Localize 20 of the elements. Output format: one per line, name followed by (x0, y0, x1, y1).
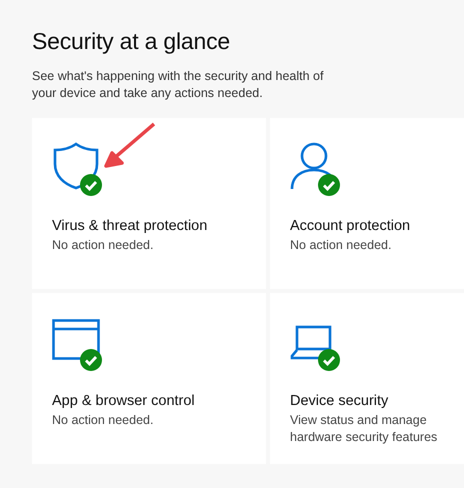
page-description: See what's happening with the security and health of your device and take any actions needed. (32, 68, 324, 102)
tile-status: No action needed. (52, 237, 154, 254)
tile-title: Virus & threat protection (52, 218, 208, 234)
tile-title: App & browser control (52, 393, 196, 409)
security-tile[interactable]: Virus & threat protection No action needed. (32, 118, 266, 289)
window-icon (52, 319, 100, 363)
security-tile[interactable]: Device security View status and manage hardware security features (270, 293, 464, 464)
shield-icon (52, 142, 100, 190)
check-badge-icon (80, 349, 102, 371)
check-badge-icon (318, 349, 340, 371)
tile-status: View status and manage hardware security features (290, 412, 438, 446)
tile-title: Device security (290, 393, 390, 409)
check-badge-icon (80, 174, 102, 196)
tile-title: Account protection (290, 218, 412, 234)
check-badge-icon (318, 174, 340, 196)
page-title: Security at a glance (32, 28, 232, 55)
security-tile[interactable]: App & browser control No action needed. (32, 293, 266, 464)
tile-status: No action needed. (290, 237, 392, 254)
security-tile[interactable]: Account protection No action needed. (270, 118, 464, 289)
tile-status: No action needed. (52, 412, 154, 429)
